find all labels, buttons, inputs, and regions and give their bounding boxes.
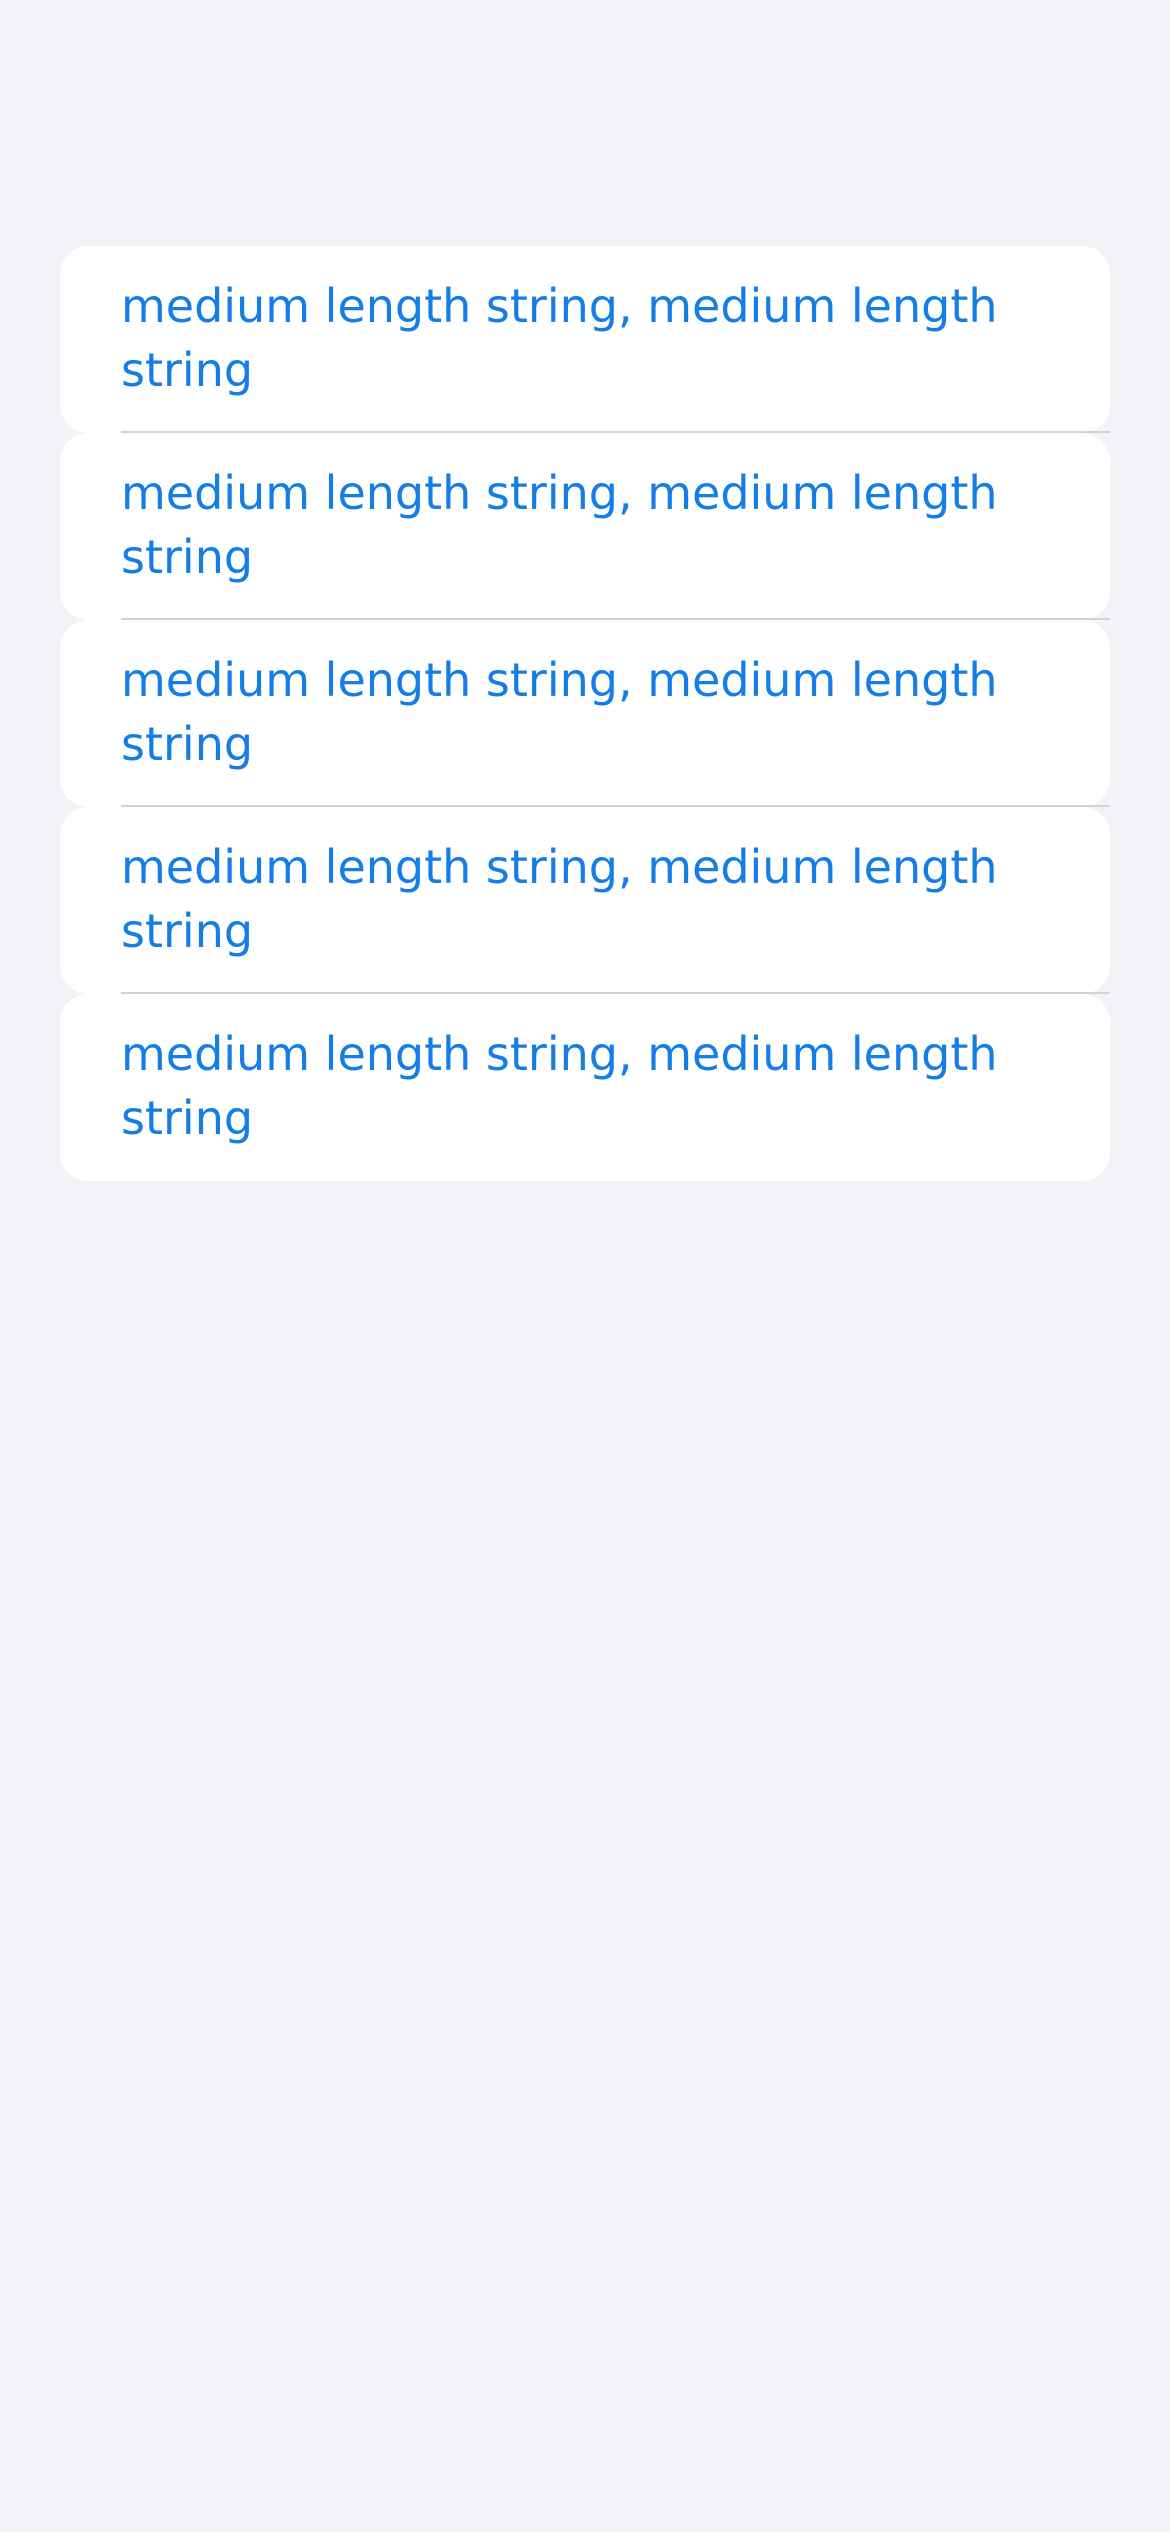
list-item-label: medium length string, medium length stri… <box>121 840 998 958</box>
list-item-label: medium length string, medium length stri… <box>121 279 998 397</box>
list-item-label: medium length string, medium length stri… <box>121 1027 998 1145</box>
list-item-label: medium length string, medium length stri… <box>121 653 998 771</box>
list-item[interactable]: medium length string, medium length stri… <box>60 807 1110 994</box>
button-list: medium length string, medium length stri… <box>60 246 1110 1181</box>
list-item[interactable]: medium length string, medium length stri… <box>60 620 1110 807</box>
row-separator <box>121 992 1110 994</box>
row-separator <box>121 805 1110 807</box>
row-separator <box>121 618 1110 620</box>
list-item-label: medium length string, medium length stri… <box>121 466 998 584</box>
list-item[interactable]: medium length string, medium length stri… <box>60 246 1110 433</box>
row-separator <box>121 431 1110 433</box>
list-item[interactable]: medium length string, medium length stri… <box>60 994 1110 1181</box>
list-item[interactable]: medium length string, medium length stri… <box>60 433 1110 620</box>
